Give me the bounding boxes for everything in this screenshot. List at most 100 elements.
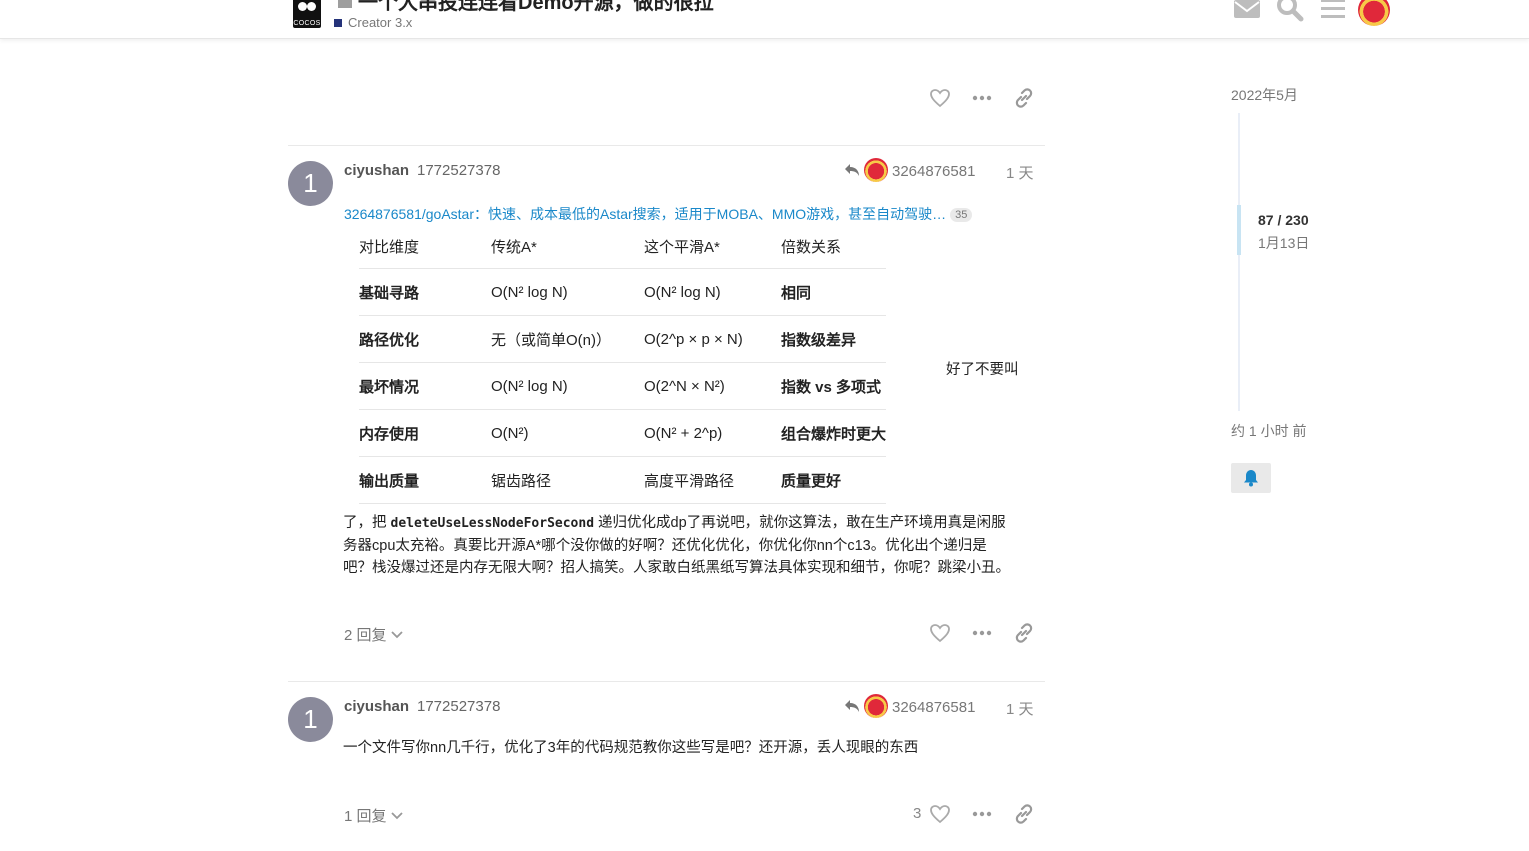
logo-eye-left xyxy=(298,2,307,11)
show-replies-button[interactable]: 1 回复 xyxy=(344,805,403,826)
timeline-handle[interactable] xyxy=(1237,205,1241,255)
table-header: 倍数关系 xyxy=(781,224,886,269)
share-link-icon[interactable] xyxy=(1013,803,1035,825)
side-note: 好了不要叫 xyxy=(946,362,1019,378)
timeline-position: 87 / 230 xyxy=(1258,212,1309,228)
category-color-icon xyxy=(334,19,342,27)
comparison-table: 对比维度 传统A* 这个平滑A* 倍数关系 基础寻路 O(N² log N) O… xyxy=(359,224,886,504)
table-cell: O(N² log N) xyxy=(491,362,644,410)
reply-to-name: 3264876581 xyxy=(892,163,976,180)
reply-arrow-icon xyxy=(845,700,859,712)
table-cell: O(2^p × p × N) xyxy=(644,315,781,363)
full-name[interactable]: 1772527378 xyxy=(417,698,500,715)
user-avatar[interactable] xyxy=(1358,0,1390,26)
table-cell: O(N² log N) xyxy=(644,268,781,316)
topic-title-text[interactable]: 一个大串投连连看Demo开源，做的很拉 xyxy=(358,0,714,14)
table-cell: 路径优化 xyxy=(359,315,491,363)
post-body-line: 了，把 deleteUseLessNodeForSecond 递归优化成dp了再… xyxy=(343,512,1043,535)
table-cell: 指数级差异 xyxy=(781,315,886,363)
table-cell: O(N² log N) xyxy=(491,268,644,316)
post-body-line: 务器cpu太充裕。真要比开源A*哪个没你做的好啊？还优化优化，你优化你nn个c1… xyxy=(343,538,987,554)
category-label[interactable]: Creator 3.x xyxy=(348,15,412,30)
table-cell: O(2^N × N²) xyxy=(644,362,781,410)
avatar[interactable]: 1 xyxy=(288,697,333,742)
post-text: 递归优化成dp了再说吧，就你这算法，敢在生产环境用真是闲服 xyxy=(594,515,1006,531)
reply-to-tab[interactable]: 3264876581 xyxy=(844,158,975,182)
replies-count[interactable]: 2 回复 xyxy=(344,627,387,644)
post-body: 了，把 deleteUseLessNodeForSecond 递归优化成dp了再… xyxy=(343,512,1043,579)
avatar[interactable]: 1 xyxy=(288,161,333,206)
post-body: 一个文件写你nn几千行，优化了3年的代码规范教你这些写是吧？还开源，丢人现眼的东… xyxy=(343,740,919,756)
table-cell: 无（或简单O(n)） xyxy=(491,315,644,363)
logo-text: COCOS xyxy=(293,20,321,27)
like-heart-icon[interactable] xyxy=(929,622,951,644)
show-replies-button[interactable]: 2 回复 xyxy=(344,624,403,645)
category-badge[interactable]: Creator 3.x xyxy=(334,15,412,30)
topic-title[interactable]: 一个大串投连连看Demo开源，做的很拉 xyxy=(338,0,714,15)
table-cell: 相同 xyxy=(781,268,886,316)
more-options-icon[interactable] xyxy=(971,87,993,109)
table-cell: O(N²) xyxy=(491,409,644,457)
table-cell: O(N² + 2^p) xyxy=(644,409,781,457)
table-cell: 质量更好 xyxy=(781,456,886,504)
post-divider xyxy=(288,145,1045,146)
search-icon[interactable] xyxy=(1276,0,1304,22)
post-body-line: 吧？栈没爆过还是内存无限大啊？招人搞笑。人家敢白纸黑纸写算法具体实现和细节，你呢… xyxy=(343,560,1010,576)
share-link-icon[interactable] xyxy=(1013,87,1035,109)
table-row: 路径优化 无（或简单O(n)） O(2^p × p × N) 指数级差异 xyxy=(359,315,886,363)
onebox-link-text[interactable]: 3264876581/goAstar：快速、成本最低的Astar搜索，适用于MO… xyxy=(344,206,946,222)
table-cell: 内存使用 xyxy=(359,409,491,457)
table-row: 基础寻路 O(N² log N) O(N² log N) 相同 xyxy=(359,268,886,316)
more-options-icon[interactable] xyxy=(971,803,993,825)
timeline-position-date: 1月13日 xyxy=(1258,235,1310,251)
reply-to-avatar xyxy=(864,158,888,182)
like-count[interactable]: 3 xyxy=(913,805,921,822)
table-row: 输出质量 锯齿路径 高度平滑路径 质量更好 xyxy=(359,456,886,504)
like-heart-icon[interactable] xyxy=(929,803,951,825)
table-header: 这个平滑A* xyxy=(644,224,781,269)
timeline-scrollbar[interactable] xyxy=(1238,113,1240,411)
table-row: 内存使用 O(N²) O(N² + 2^p) 组合爆炸时更大 xyxy=(359,409,886,457)
like-heart-icon[interactable] xyxy=(929,87,951,109)
site-header: COCOS 一个大串投连连看Demo开源，做的很拉 Creator 3.x xyxy=(0,0,1529,39)
title-status-icon xyxy=(338,0,352,8)
table-header-row: 对比维度 传统A* 这个平滑A* 倍数关系 xyxy=(359,224,886,269)
inline-code: deleteUseLessNodeForSecond xyxy=(390,516,595,531)
reply-arrow-icon xyxy=(845,164,859,176)
table-row: 最坏情况 O(N² log N) O(2^N × N²) 指数 vs 多项式 xyxy=(359,362,886,410)
table-cell: 指数 vs 多项式 xyxy=(781,362,886,410)
hamburger-menu-icon[interactable] xyxy=(1319,0,1347,22)
more-options-icon[interactable] xyxy=(971,622,993,644)
timeline-start-date[interactable]: 2022年5月 xyxy=(1231,85,1298,105)
share-link-icon[interactable] xyxy=(1013,622,1035,644)
cocos-logo[interactable]: COCOS xyxy=(293,0,321,28)
chevron-down-icon xyxy=(391,631,403,639)
table-header: 传统A* xyxy=(491,224,644,269)
table-cell: 最坏情况 xyxy=(359,362,491,410)
chevron-down-icon xyxy=(391,812,403,820)
replies-count[interactable]: 1 回复 xyxy=(344,808,387,825)
logo-eye-right xyxy=(307,2,316,11)
table-cell: 高度平滑路径 xyxy=(644,456,781,504)
post-text: 了，把 xyxy=(343,515,391,531)
reply-to-name: 3264876581 xyxy=(892,699,976,716)
full-name[interactable]: 1772527378 xyxy=(417,162,500,179)
table-cell: 锯齿路径 xyxy=(491,456,644,504)
envelope-icon[interactable] xyxy=(1233,0,1261,22)
post-date[interactable]: 1 天 xyxy=(1006,698,1034,719)
table-header: 对比维度 xyxy=(359,224,491,269)
table-cell: 基础寻路 xyxy=(359,268,491,316)
table-cell: 输出质量 xyxy=(359,456,491,504)
notification-button[interactable] xyxy=(1231,463,1271,493)
click-count-badge: 35 xyxy=(950,208,973,222)
username[interactable]: ciyushan xyxy=(344,698,409,715)
post-divider xyxy=(288,681,1045,682)
onebox-link[interactable]: 3264876581/goAstar：快速、成本最低的Astar搜索，适用于MO… xyxy=(344,204,973,224)
post-date[interactable]: 1 天 xyxy=(1006,162,1034,183)
table-cell: 组合爆炸时更大 xyxy=(781,409,886,457)
reply-to-avatar xyxy=(864,694,888,718)
timeline-end-date[interactable]: 约 1 小时 前 xyxy=(1231,421,1306,441)
username[interactable]: ciyushan xyxy=(344,162,409,179)
bell-icon xyxy=(1244,470,1258,487)
reply-to-tab[interactable]: 3264876581 xyxy=(844,694,975,718)
